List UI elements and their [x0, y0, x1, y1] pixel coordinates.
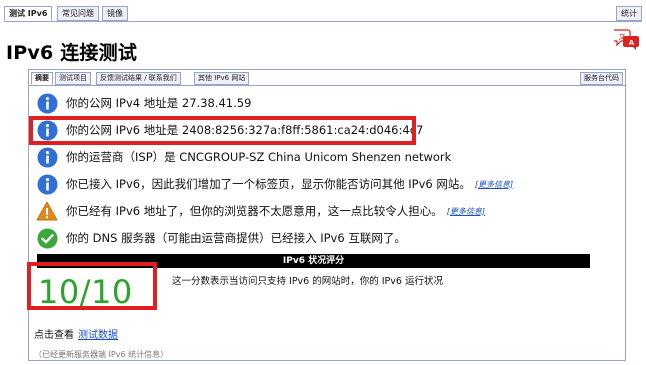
info-icon: [36, 173, 58, 195]
tab-summary[interactable]: 摘要: [31, 72, 53, 85]
tab-server-code[interactable]: 服务台代码: [580, 72, 623, 85]
status-text: 你已接入 IPv6，因此我们增加了一个标签页，显示你能否访问其他 IPv6 网站…: [66, 177, 471, 191]
page-title: IPv6 连接测试: [6, 42, 138, 64]
info-icon: [36, 146, 58, 168]
score-description: 这一分数表示当访问只支持 IPv6 的网站时，你的 IPv6 运行状况: [172, 276, 443, 287]
tab-other-sites[interactable]: 其他 IPv6 网站: [194, 72, 250, 85]
status-text: 你的 DNS 服务器（可能由运营商提供）已经接入 IPv6 互联网了。: [66, 231, 406, 245]
status-row-browser-warning: 你已经有 IPv6 地址了，但你的浏览器不太愿意用，这一点比较令人担心。 [更多…: [36, 199, 485, 223]
tab-test-items[interactable]: 测试项目: [55, 72, 91, 85]
check-icon: [36, 227, 58, 249]
tab-test-ipv6[interactable]: 测试 IPv6: [4, 6, 53, 21]
stats-footnote: （已经更新服务器端 IPv6 统计信息）: [34, 350, 169, 359]
info-icon: [36, 92, 58, 114]
inner-tab-bar: 摘要 测试项目 反馈测试结果 / 联系我们 其他 IPv6 网站 服务台代码: [29, 70, 625, 86]
tab-divider: [4, 21, 642, 22]
status-row-ipv6-tab: 你已接入 IPv6，因此我们增加了一个标签页，显示你能否访问其他 IPv6 网站…: [36, 172, 513, 196]
tab-stats[interactable]: 统计: [616, 6, 642, 21]
more-info-link[interactable]: [更多信息]: [475, 179, 513, 190]
status-row-dns: 你的 DNS 服务器（可能由运营商提供）已经接入 IPv6 互联网了。: [36, 226, 406, 250]
score-highlight: [27, 262, 157, 310]
test-data-prefix: 点击查看: [34, 330, 74, 341]
status-row-ipv4: 你的公网 IPv4 地址是 27.38.41.59: [36, 91, 251, 115]
test-data-link[interactable]: 测试数据: [78, 330, 118, 341]
more-info-link[interactable]: [更多信息]: [447, 206, 485, 217]
status-row-isp: 你的运营商（ISP）是 CNCGROUP-SZ China Unicom She…: [36, 145, 451, 169]
tab-faq[interactable]: 常见问题: [57, 6, 99, 21]
tab-feedback[interactable]: 反馈测试结果 / 联系我们: [96, 72, 181, 85]
test-data-row: 点击查看 测试数据: [34, 326, 118, 341]
status-text: 你已经有 IPv6 地址了，但你的浏览器不太愿意用，这一点比较令人担心。: [66, 204, 443, 218]
warning-icon: [36, 200, 58, 222]
ipv6-address-highlight: [29, 116, 416, 145]
status-text: 你的公网 IPv4 地址是 27.38.41.59: [66, 96, 252, 110]
svg-text:A: A: [629, 39, 635, 47]
top-tab-bar: 测试 IPv6 常见问题 镜像 统计: [4, 6, 642, 22]
status-text: 你的运营商（ISP）是 CNCGROUP-SZ China Unicom She…: [66, 150, 452, 164]
language-switch-icon[interactable]: 文 A: [612, 28, 640, 50]
tab-mirrors[interactable]: 镜像: [102, 6, 128, 21]
